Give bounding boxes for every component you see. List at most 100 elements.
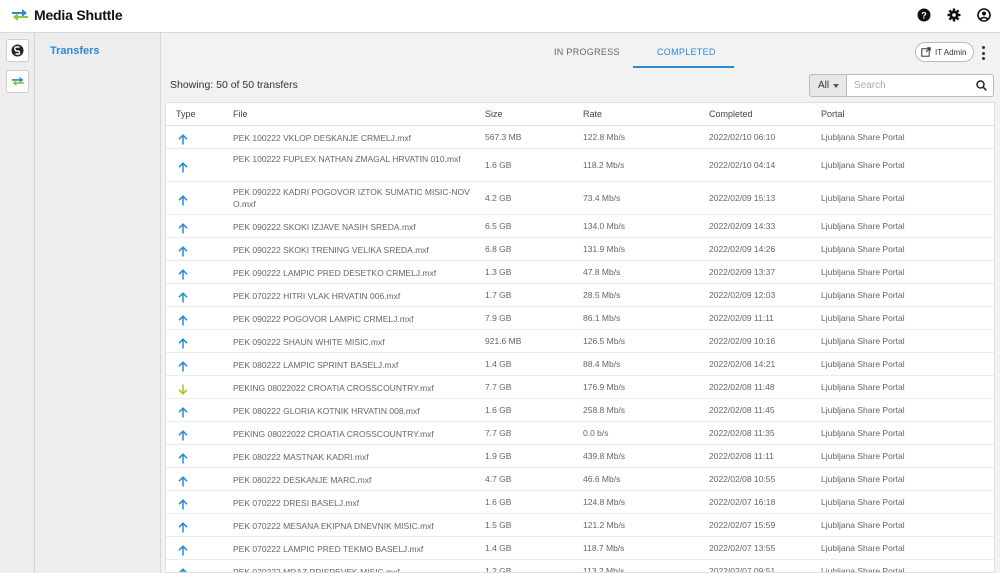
table-row[interactable]: PEK 080222 MASTNAK KADRI.mxf 1.9 GB 439.8 … xyxy=(166,445,994,468)
table-row[interactable]: PEKING 08022022 CROATIA CROSSCOUNTRY.mxf… xyxy=(166,376,994,399)
cell-file-name: PEK 070222 HITRI VLAK HRVATIN 006.mxf xyxy=(233,290,401,301)
cell-completed: 2022/02/09 15:13 xyxy=(709,192,776,203)
help-icon[interactable]: ? xyxy=(916,7,932,23)
more-options-icon[interactable] xyxy=(978,46,988,60)
external-link-icon xyxy=(921,47,931,57)
cell-rate: 131.9 Mb/s xyxy=(583,243,626,254)
column-header-completed[interactable]: Completed xyxy=(709,109,753,119)
table-row[interactable]: PEK 080222 LAMPIC SPRINT BASELJ.mxf 1.4 G… xyxy=(166,353,994,376)
subnav-item-transfers[interactable]: Transfers xyxy=(50,45,100,57)
cell-file-name: PEK 070222 DRESI BASELJ.mxf xyxy=(233,497,360,508)
cell-portal: Ljubljana Share Portal xyxy=(821,519,905,530)
arrow-up-icon xyxy=(178,313,188,326)
account-icon[interactable] xyxy=(976,7,992,23)
table-row[interactable]: PEK 070222 HITRI VLAK HRVATIN 006.mxf 1.7… xyxy=(166,284,994,307)
column-header-file[interactable]: File xyxy=(233,109,248,119)
table-row[interactable]: PEK 070222 MRAZ PRISPEVEK MISIC.mxf 1.2 G… xyxy=(166,560,994,573)
cell-size: 1.6 GB xyxy=(485,496,512,507)
cell-rate: 88.4 Mb/s xyxy=(583,358,621,369)
transfer-count-text: Showing: 50 of 50 transfers xyxy=(170,79,298,91)
cell-rate: 439.8 Mb/s xyxy=(583,450,626,461)
table-row[interactable]: PEK 100222 FUPLEX NATHAN ZMAGAL HRVATIN … xyxy=(166,149,994,182)
cell-file-name: PEKING 08022022 CROATIA CROSSCOUNTRY.mxf xyxy=(233,382,434,393)
table-row[interactable]: PEK 090222 POGOVOR LAMPIC CRMELJ.mxf 7.9 … xyxy=(166,307,994,330)
column-header-size[interactable]: Size xyxy=(485,109,503,119)
signiant-logo-icon xyxy=(11,44,24,57)
table-row[interactable]: PEK 070222 DRESI BASELJ.mxf 1.6 GB 124.8 M… xyxy=(166,491,994,514)
cell-file-name: PEK 080222 GLORIA KOTNIK HRVATIN 008.mxf xyxy=(233,405,420,416)
cell-size: 1.4 GB xyxy=(485,358,512,369)
transfer-tabs: IN PROGRESS COMPLETED IT Admin xyxy=(161,33,1000,68)
arrow-up-icon xyxy=(178,566,188,572)
cell-file-name: PEK 080222 DESKANJE MARC.mxf xyxy=(233,474,372,485)
cell-portal: Ljubljana Share Portal xyxy=(821,220,905,231)
cell-file-name: PEK 090222 SHAUN WHITE MISIC.mxf xyxy=(233,336,385,347)
left-rail xyxy=(0,33,35,573)
table-row[interactable]: PEK 090222 SHAUN WHITE MISIC.mxf 921.6 MB… xyxy=(166,330,994,353)
cell-rate: 118.7 Mb/s xyxy=(583,542,625,553)
cell-portal: Ljubljana Share Portal xyxy=(821,404,905,415)
table-row[interactable]: PEK 090222 SKOKI IZJAVE NASIH SREDA.mxf 6… xyxy=(166,215,994,238)
cell-file-name: PEK 090222 KADRI POGOVOR IZTOK SUMATIC M… xyxy=(233,187,470,209)
cell-rate: 258.8 Mb/s xyxy=(583,404,626,415)
cell-size: 1.6 GB xyxy=(485,159,512,170)
cell-size: 1.9 GB xyxy=(485,450,512,461)
table-row[interactable]: PEK 070222 LAMPIC PRED TEKMO BASELJ.mxf 1… xyxy=(166,537,994,560)
search-input[interactable] xyxy=(854,75,972,96)
user-menu-button[interactable]: IT Admin xyxy=(915,42,975,62)
cell-rate: 126.5 Mb/s xyxy=(583,335,626,346)
cell-file-name: PEK 100222 VKLOP DESKANJE CRMELJ.mxf xyxy=(233,132,411,143)
table-row[interactable]: PEK 080222 GLORIA KOTNIK HRVATIN 008.mxf… xyxy=(166,399,994,422)
cell-rate: 46.6 Mb/s xyxy=(583,473,621,484)
cell-completed: 2022/02/10 06:10 xyxy=(709,131,776,142)
cell-portal: Ljubljana Share Portal xyxy=(821,192,905,203)
arrow-up-icon xyxy=(178,336,188,349)
rail-home-button[interactable] xyxy=(6,39,29,62)
cell-completed: 2022/02/08 10:55 xyxy=(709,473,776,484)
cell-portal: Ljubljana Share Portal xyxy=(821,381,905,392)
cell-completed: 2022/02/07 16:18 xyxy=(709,496,776,507)
tab-completed[interactable]: COMPLETED xyxy=(657,47,716,57)
tab-in-progress[interactable]: IN PROGRESS xyxy=(554,47,620,57)
cell-portal: Ljubljana Share Portal xyxy=(821,159,905,170)
cell-file-name: PEK 070222 MRAZ PRISPEVEK MISIC.mxf xyxy=(233,566,400,573)
cell-completed: 2022/02/09 10:16 xyxy=(709,335,776,346)
table-row[interactable]: PEK 090222 LAMPIC PRED DESETKO CRMELJ.mx… xyxy=(166,261,994,284)
cell-portal: Ljubljana Share Portal xyxy=(821,335,905,346)
table-row[interactable]: PEK 090222 SKOKI TRENING VELIKA SREDA.mx… xyxy=(166,238,994,261)
arrow-up-icon xyxy=(178,290,188,303)
gear-icon[interactable] xyxy=(946,7,962,23)
column-header-type[interactable]: Type xyxy=(176,109,196,119)
cell-completed: 2022/02/09 14:26 xyxy=(709,243,776,254)
arrow-up-icon xyxy=(178,221,188,234)
arrow-up-icon xyxy=(178,193,188,206)
cell-file-name: PEK 070222 LAMPIC PRED TEKMO BASELJ.mxf xyxy=(233,543,424,554)
cell-completed: 2022/02/07 15:59 xyxy=(709,519,776,530)
table-row[interactable]: PEK 090222 KADRI POGOVOR IZTOK SUMATIC M… xyxy=(166,182,994,215)
table-row[interactable]: PEK 080222 DESKANJE MARC.mxf 4.7 GB 46.6 M… xyxy=(166,468,994,491)
table-row[interactable]: PEK 070222 MESANA EKIPNA DNEVNIK MISIC.m… xyxy=(166,514,994,537)
cell-completed: 2022/02/08 11:48 xyxy=(709,381,775,392)
cell-rate: 176.9 Mb/s xyxy=(583,381,626,392)
cell-rate: 86.1 Mb/s xyxy=(583,312,621,323)
app-logo[interactable]: Media Shuttle xyxy=(11,7,123,23)
column-header-rate[interactable]: Rate xyxy=(583,109,602,119)
arrow-up-icon xyxy=(178,244,188,257)
cell-portal: Ljubljana Share Portal xyxy=(821,243,905,254)
cell-file-name: PEKING 08022022 CROATIA CROSSCOUNTRY.mxf xyxy=(233,428,434,439)
search-icon[interactable] xyxy=(976,80,987,91)
cell-size: 1.5 GB xyxy=(485,519,512,530)
table-row[interactable]: PEK 100222 VKLOP DESKANJE CRMELJ.mxf 567.… xyxy=(166,126,994,149)
cell-rate: 73.4 Mb/s xyxy=(583,192,621,203)
cell-size: 6.8 GB xyxy=(485,243,512,254)
cell-file-name: PEK 080222 LAMPIC SPRINT BASELJ.mxf xyxy=(233,359,399,370)
arrow-up-icon xyxy=(178,451,188,464)
cell-portal: Ljubljana Share Portal xyxy=(821,312,905,323)
table-row[interactable]: PEKING 08022022 CROATIA CROSSCOUNTRY.mxf… xyxy=(166,422,994,445)
cell-portal: Ljubljana Share Portal xyxy=(821,450,905,461)
rail-transfers-button[interactable] xyxy=(6,70,29,93)
cell-size: 6.5 GB xyxy=(485,220,512,231)
arrow-up-icon xyxy=(178,160,188,173)
filter-dropdown[interactable]: All xyxy=(809,74,847,97)
column-header-portal[interactable]: Portal xyxy=(821,109,845,119)
